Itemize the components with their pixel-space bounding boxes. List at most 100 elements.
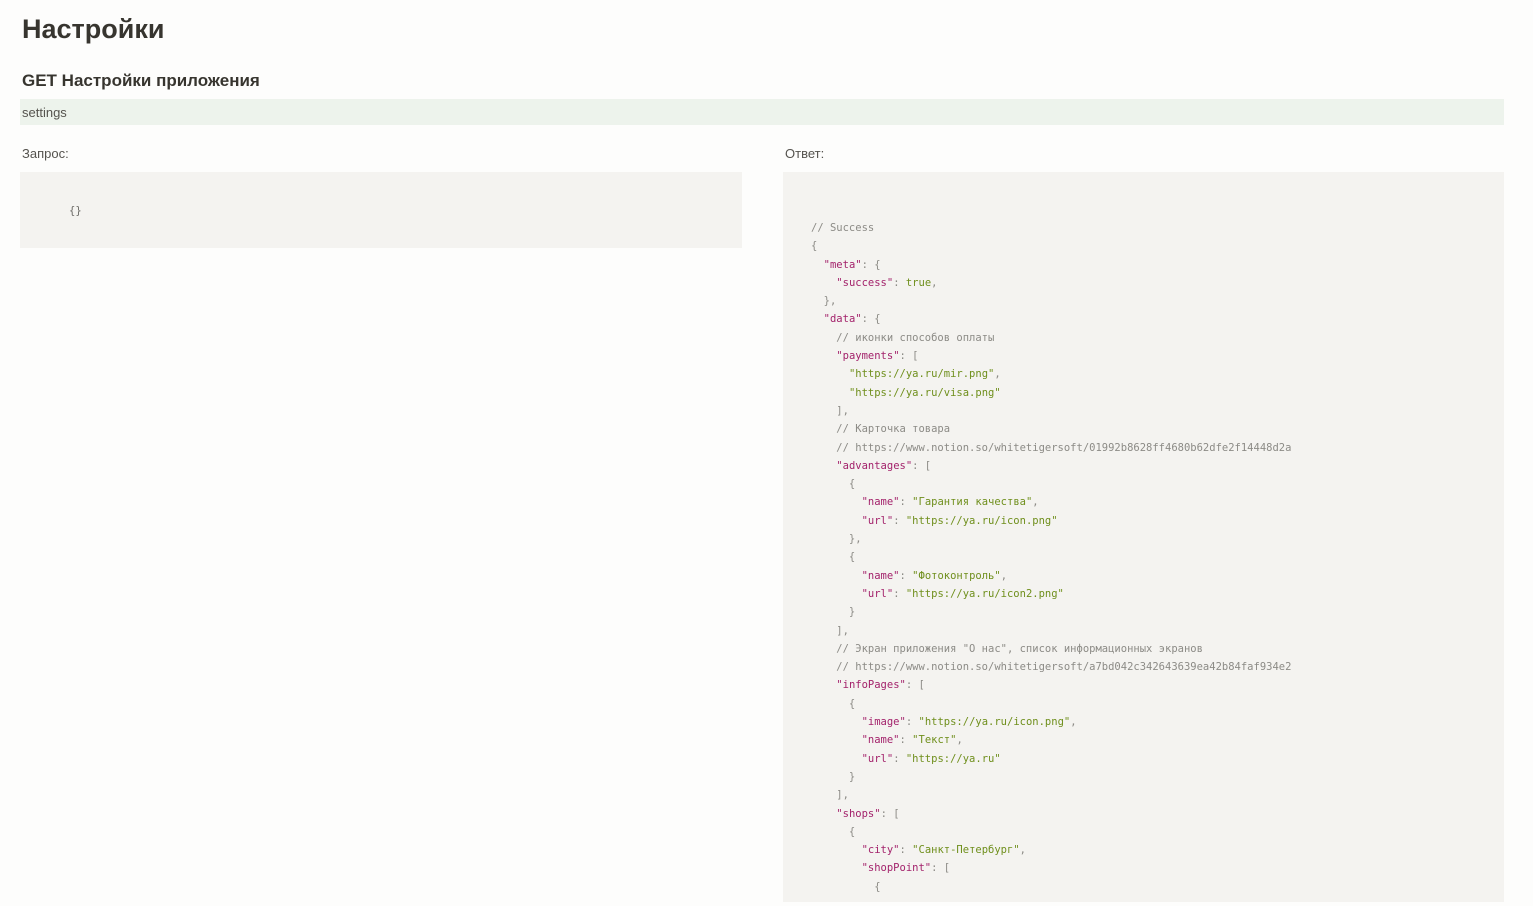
code-line: "name": "Текст", bbox=[811, 731, 1504, 749]
code-token-punct: { bbox=[811, 880, 881, 893]
code-token-punct bbox=[811, 716, 862, 728]
code-token-key: "url" bbox=[861, 514, 894, 527]
code-token-punct: : bbox=[899, 734, 913, 747]
code-line: "payments": [ bbox=[811, 347, 1504, 365]
code-line: ], bbox=[811, 622, 1504, 640]
code-token-punct: : bbox=[893, 514, 906, 527]
code-token-punct: { bbox=[811, 551, 856, 564]
code-token-punct bbox=[811, 679, 836, 691]
code-line: // иконки способов оплаты bbox=[811, 329, 1504, 347]
code-token-key: "name" bbox=[861, 569, 900, 582]
code-token-comment: // https://www.notion.so/whitetigersoft/… bbox=[811, 441, 1292, 454]
code-token-punct: : bbox=[893, 276, 906, 289]
code-token-punct bbox=[811, 496, 862, 508]
code-token-punct bbox=[811, 350, 836, 362]
code-token-key: "payments" bbox=[836, 350, 900, 363]
code-token-punct: , bbox=[1070, 716, 1077, 729]
code-line: ], bbox=[811, 402, 1504, 420]
code-token-str: "https://ya.ru/mir.png" bbox=[848, 368, 995, 381]
code-token-key: "name" bbox=[861, 496, 900, 509]
code-line: // Success bbox=[811, 219, 1504, 237]
code-token-str: "https://ya.ru" bbox=[905, 752, 1001, 765]
code-token-punct: , bbox=[994, 368, 1001, 381]
code-token-str: "https://ya.ru/icon.png" bbox=[918, 716, 1071, 729]
code-token-key: "image" bbox=[861, 716, 906, 729]
code-token-punct: : [ bbox=[880, 807, 900, 820]
code-token-punct bbox=[811, 259, 824, 271]
code-line: } bbox=[811, 603, 1504, 621]
code-line: { bbox=[811, 695, 1504, 713]
code-line: "meta": { bbox=[811, 256, 1504, 274]
code-token-punct: , bbox=[931, 276, 938, 289]
code-token-key: "name" bbox=[861, 734, 900, 747]
code-token-key: "infoPages" bbox=[836, 679, 906, 692]
code-token-punct bbox=[811, 460, 836, 472]
code-token-punct bbox=[811, 368, 849, 380]
code-token-punct: { bbox=[811, 240, 818, 253]
code-line: "image": "https://ya.ru/icon.png", bbox=[811, 713, 1504, 731]
code-token-punct bbox=[811, 277, 836, 289]
code-token-punct: : bbox=[893, 587, 906, 600]
code-token-punct: : { bbox=[861, 258, 881, 271]
code-token-punct: ], bbox=[811, 624, 849, 637]
code-token-punct: : { bbox=[861, 313, 881, 326]
code-token-punct: : bbox=[899, 496, 913, 509]
code-line: { bbox=[811, 475, 1504, 493]
code-token-punct: , bbox=[1019, 844, 1026, 857]
code-token-punct: : [ bbox=[899, 350, 919, 363]
request-label: Запрос: bbox=[22, 146, 69, 161]
code-token-str: "Санкт-Петербург" bbox=[912, 844, 1020, 857]
code-token-punct: : bbox=[905, 716, 919, 729]
code-token-punct: ], bbox=[811, 404, 849, 417]
response-code-block[interactable]: // Success{ "meta": { "success": true, }… bbox=[783, 172, 1504, 902]
code-line: "url": "https://ya.ru/icon.png" bbox=[811, 512, 1504, 530]
code-token-punct: , bbox=[956, 734, 963, 747]
page-title: Настройки bbox=[22, 14, 165, 44]
code-line: "city": "Санкт-Петербург", bbox=[811, 841, 1504, 859]
code-token-key: "advantages" bbox=[836, 459, 913, 472]
code-token-punct bbox=[811, 753, 862, 765]
code-line: "shopPoint": [ bbox=[811, 859, 1504, 877]
code-token-punct bbox=[811, 515, 862, 527]
code-line: { bbox=[811, 878, 1504, 896]
code-token-punct: , bbox=[1000, 569, 1008, 582]
code-token-punct: : [ bbox=[905, 679, 925, 692]
code-token-punct: : [ bbox=[912, 459, 932, 472]
code-token-key: "url" bbox=[861, 752, 894, 765]
code-token-comment: // Success bbox=[811, 222, 875, 234]
code-token-str: "https://ya.ru/icon.png" bbox=[905, 514, 1058, 527]
code-token-punct: : bbox=[899, 844, 913, 857]
code-token-punct: : bbox=[893, 752, 906, 765]
code-line: "name": "Гарантия качества", bbox=[811, 493, 1504, 511]
code-token-punct: : [ bbox=[931, 862, 951, 875]
code-token-key: "url" bbox=[861, 587, 894, 600]
code-line: { bbox=[811, 548, 1504, 566]
code-token-punct: ], bbox=[811, 789, 849, 802]
code-line: }, bbox=[811, 292, 1504, 310]
code-token-str: "Гарантия качества" bbox=[912, 496, 1033, 509]
code-token-punct: { bbox=[811, 478, 856, 491]
code-token-punct: }, bbox=[811, 295, 837, 308]
code-token-comment: // Карточка товара bbox=[811, 423, 951, 436]
code-line: "https://ya.ru/mir.png", bbox=[811, 365, 1504, 383]
code-token-key: "success" bbox=[836, 276, 894, 289]
code-line: "url": "https://ya.ru" bbox=[811, 750, 1504, 768]
code-token-punct: { bbox=[811, 697, 856, 710]
code-token-punct bbox=[811, 862, 862, 874]
code-token-str: "Фотоконтроль" bbox=[912, 569, 1001, 582]
code-line: // https://www.notion.so/whitetigersoft/… bbox=[811, 658, 1504, 676]
code-line: "advantages": [ bbox=[811, 457, 1504, 475]
code-token-punct bbox=[811, 844, 862, 856]
code-token-comment: // Экран приложения "О нас", список инфо… bbox=[811, 642, 1203, 655]
request-code-block[interactable]: {} bbox=[20, 172, 742, 248]
code-line: { bbox=[811, 237, 1504, 255]
endpoint-path: settings bbox=[22, 105, 67, 120]
code-line: { bbox=[811, 823, 1504, 841]
code-line: ], bbox=[811, 786, 1504, 804]
code-token-str: "https://ya.ru/icon2.png" bbox=[905, 587, 1064, 600]
code-token-comment: // https://www.notion.so/whitetigersoft/… bbox=[811, 661, 1292, 674]
code-line: // Карточка товара bbox=[811, 420, 1504, 438]
endpoint-path-bar: settings bbox=[20, 99, 1504, 125]
code-line: "data": { bbox=[811, 310, 1504, 328]
code-token-punct bbox=[811, 588, 862, 600]
